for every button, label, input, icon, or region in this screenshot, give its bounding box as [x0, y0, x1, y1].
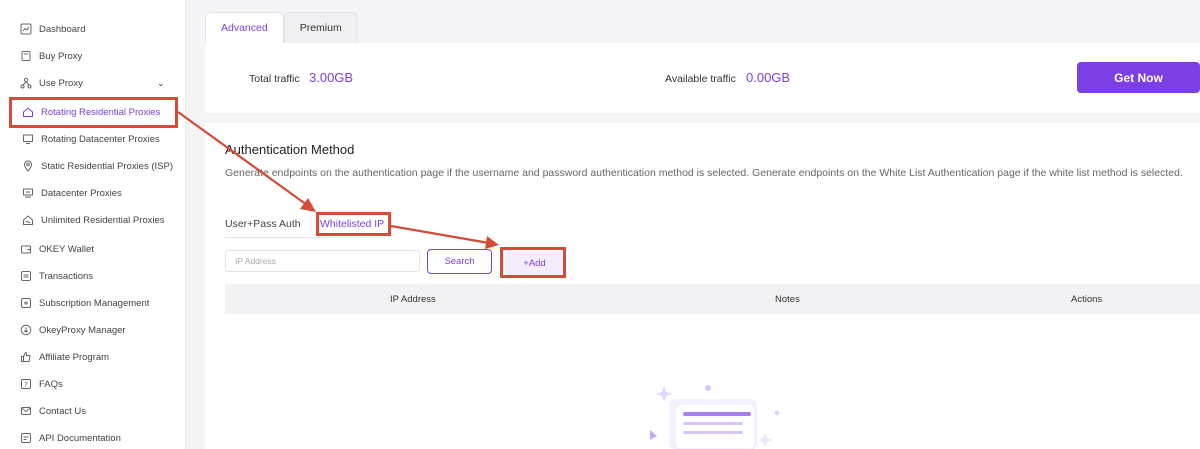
traffic-card: Total traffic 3.00GB Available traffic 0… — [205, 43, 1200, 113]
sidebar-item-label: Rotating Datacenter Proxies — [41, 133, 160, 145]
sidebar-item-unlimited-residential[interactable]: Unlimited Residential Proxies — [0, 208, 186, 232]
monitor-icon — [22, 133, 34, 145]
chart-icon — [20, 23, 32, 35]
sidebar-item-contact[interactable]: Contact Us — [0, 399, 186, 423]
sidebar-item-subscription[interactable]: Subscription Management — [0, 291, 186, 315]
chevron-down-icon[interactable]: ⌄ — [157, 78, 165, 89]
total-traffic-label: Total traffic — [249, 73, 300, 85]
sidebar-item-label: Affiliate Program — [39, 351, 110, 363]
download-icon — [20, 324, 32, 336]
column-notes: Notes — [775, 294, 800, 305]
column-actions: Actions — [1071, 294, 1103, 305]
sidebar-item-okeyproxy-manager[interactable]: OkeyProxy Manager — [0, 318, 186, 342]
sidebar-item-label: Static Residential Proxies (ISP) — [41, 160, 173, 172]
auth-description: Generate endpoints on the authentication… — [225, 167, 1183, 179]
ip-address-input[interactable] — [225, 250, 420, 272]
api-icon — [20, 432, 32, 444]
sidebar-item-label: Contact Us — [39, 405, 86, 417]
server-icon — [22, 187, 34, 199]
sidebar-item-faqs[interactable]: ? FAQs — [0, 372, 186, 396]
network-icon — [20, 77, 32, 89]
tab-underline — [225, 237, 383, 238]
sidebar: Dashboard Buy Proxy Use Proxy ⌄ Rotating… — [0, 0, 186, 449]
get-now-button[interactable]: Get Now — [1077, 62, 1200, 93]
search-button[interactable]: Search — [427, 249, 492, 274]
sidebar-item-label: Dashboard — [39, 23, 86, 35]
sidebar-item-datacenter[interactable]: Datacenter Proxies — [0, 181, 186, 205]
sidebar-item-affiliate[interactable]: Affiliate Program — [0, 345, 186, 369]
sidebar-item-rotating-datacenter[interactable]: Rotating Datacenter Proxies — [0, 127, 186, 151]
svg-text:?: ? — [24, 381, 28, 389]
available-traffic-label: Available traffic — [665, 73, 736, 85]
sidebar-item-label: API Documentation — [39, 432, 121, 444]
question-icon: ? — [20, 378, 32, 390]
table-header: IP Address Notes Actions — [225, 284, 1200, 314]
tab-premium[interactable]: Premium — [283, 12, 358, 43]
highlight-box-add — [500, 247, 566, 278]
sidebar-item-label: Buy Proxy — [39, 50, 83, 62]
auth-title: Authentication Method — [225, 142, 355, 157]
sidebar-item-transactions[interactable]: Transactions — [0, 264, 186, 288]
thumbs-up-icon — [20, 351, 32, 363]
sidebar-item-label: OkeyProxy Manager — [39, 324, 126, 336]
sidebar-item-label: OKEY Wallet — [39, 243, 94, 255]
sidebar-item-api-docs[interactable]: API Documentation — [0, 426, 186, 449]
sidebar-item-label: Transactions — [39, 270, 94, 282]
exchange-icon — [20, 270, 32, 282]
tab-user-pass-auth[interactable]: User+Pass Auth — [225, 218, 301, 230]
sidebar-item-dashboard[interactable]: Dashboard — [0, 17, 186, 41]
mail-icon — [20, 405, 32, 417]
cart-icon — [20, 50, 32, 62]
sidebar-item-label: FAQs — [39, 378, 63, 390]
sidebar-item-label: Subscription Management — [39, 297, 150, 309]
sidebar-item-label: Datacenter Proxies — [41, 187, 122, 199]
tab-advanced[interactable]: Advanced — [205, 12, 284, 43]
total-traffic-value: 3.00GB — [309, 70, 354, 85]
sidebar-item-static-residential[interactable]: Static Residential Proxies (ISP) — [0, 154, 186, 178]
plan-tabs: Advanced Premium — [205, 12, 358, 43]
subscription-icon — [20, 297, 32, 309]
available-traffic-value: 0.00GB — [746, 70, 791, 85]
wallet-icon — [20, 243, 32, 255]
sidebar-item-wallet[interactable]: OKEY Wallet — [0, 237, 186, 261]
column-ip-address: IP Address — [390, 294, 436, 305]
empty-state-illustration — [645, 380, 780, 449]
highlight-box-rotating-residential — [9, 97, 178, 128]
highlight-box-whitelisted-ip — [316, 212, 391, 236]
sidebar-item-label: Unlimited Residential Proxies — [41, 214, 165, 226]
sidebar-item-use-proxy[interactable]: Use Proxy ⌄ — [0, 71, 186, 95]
sidebar-item-buy-proxy[interactable]: Buy Proxy — [0, 44, 186, 68]
house-infinity-icon — [22, 214, 34, 226]
location-pin-icon — [22, 160, 34, 172]
sidebar-item-label: Use Proxy — [39, 77, 83, 89]
